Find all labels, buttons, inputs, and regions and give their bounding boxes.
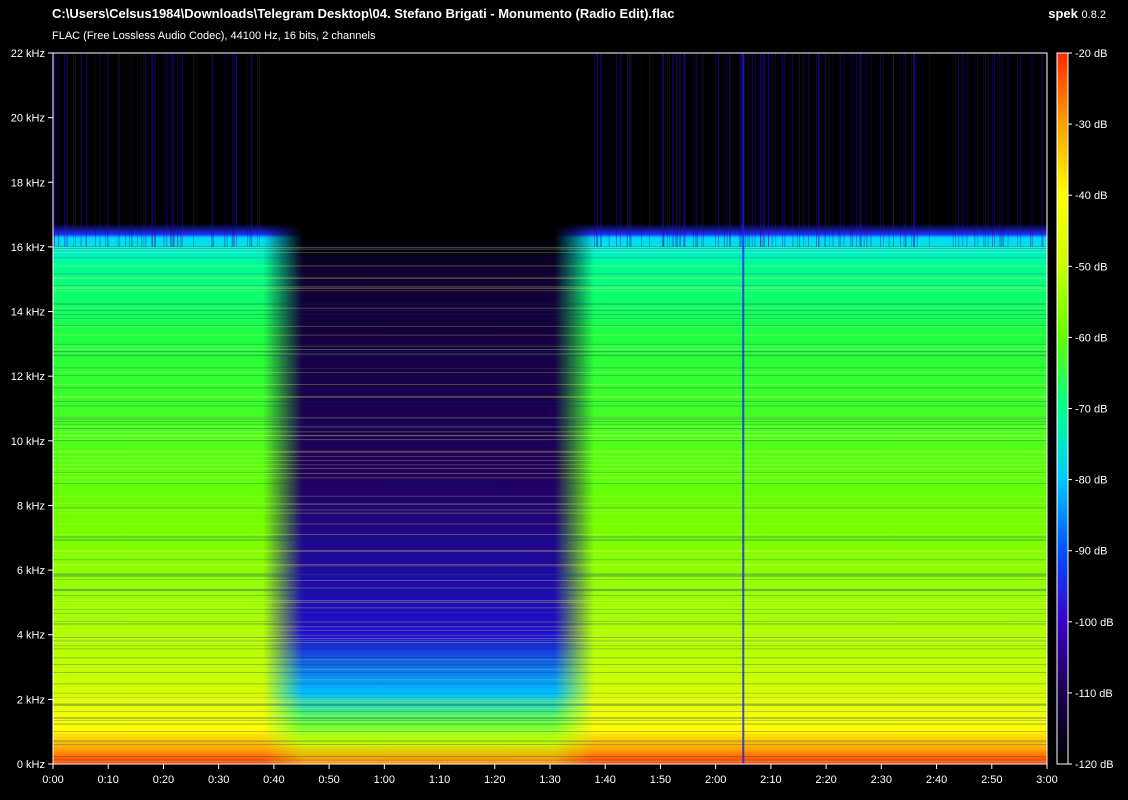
x-tick-label: 3:00	[1036, 774, 1057, 786]
y-tick-label: 22 kHz	[11, 48, 45, 60]
x-tick-label: 0:00	[42, 774, 63, 786]
colorbar-label: -50 dB	[1075, 261, 1107, 273]
y-tick-label: 18 kHz	[11, 177, 45, 189]
x-tick-label: 2:30	[871, 774, 892, 786]
y-tick-label: 2 kHz	[17, 694, 45, 706]
y-tick-label: 0 kHz	[17, 759, 45, 771]
x-tick-label: 2:10	[760, 774, 781, 786]
x-tick-label: 0:20	[153, 774, 174, 786]
colorbar-label: -70 dB	[1075, 404, 1107, 416]
y-tick-label: 10 kHz	[11, 436, 45, 448]
x-tick-label: 2:20	[815, 774, 836, 786]
y-tick-label: 4 kHz	[17, 630, 45, 642]
colorbar-label: -110 dB	[1075, 688, 1113, 700]
x-tick-label: 1:00	[374, 774, 395, 786]
y-tick-label: 16 kHz	[11, 242, 45, 254]
x-tick-label: 0:30	[208, 774, 229, 786]
x-tick-label: 1:50	[650, 774, 671, 786]
y-tick-label: 12 kHz	[11, 371, 45, 383]
y-tick-label: 14 kHz	[11, 307, 45, 319]
colorbar-label: -40 dB	[1075, 190, 1107, 202]
x-tick-label: 2:50	[981, 774, 1002, 786]
colorbar-label: -100 dB	[1075, 617, 1114, 629]
x-tick-label: 0:50	[318, 774, 339, 786]
y-tick-label: 8 kHz	[17, 500, 45, 512]
colorbar-label: -30 dB	[1075, 119, 1107, 131]
breakdown-section	[262, 53, 595, 764]
spectrogram-chart: 0 kHz 2 kHz 4 kHz 6 kHz 8 kHz 10 kHz 12 kHz 14 …	[11, 48, 1114, 786]
colorbar-label: -80 dB	[1075, 475, 1107, 487]
x-tick-label: 2:40	[926, 774, 947, 786]
x-tick-label: 2:00	[705, 774, 726, 786]
colorbar-label: -90 dB	[1075, 546, 1107, 558]
y-tick-label: 6 kHz	[17, 565, 45, 577]
x-tick-label: 1:40	[595, 774, 616, 786]
x-tick-label: 1:20	[484, 774, 505, 786]
y-tick-label: 20 kHz	[11, 113, 45, 125]
x-tick-label: 0:40	[263, 774, 284, 786]
colorbar	[1057, 53, 1068, 764]
x-tick-label: 1:10	[429, 774, 450, 786]
colorbar-label: -120 dB	[1075, 759, 1114, 771]
x-tick-label: 0:10	[98, 774, 119, 786]
x-tick-label: 1:30	[539, 774, 560, 786]
colorbar-label: -20 dB	[1075, 48, 1107, 60]
colorbar-label: -60 dB	[1075, 332, 1107, 344]
